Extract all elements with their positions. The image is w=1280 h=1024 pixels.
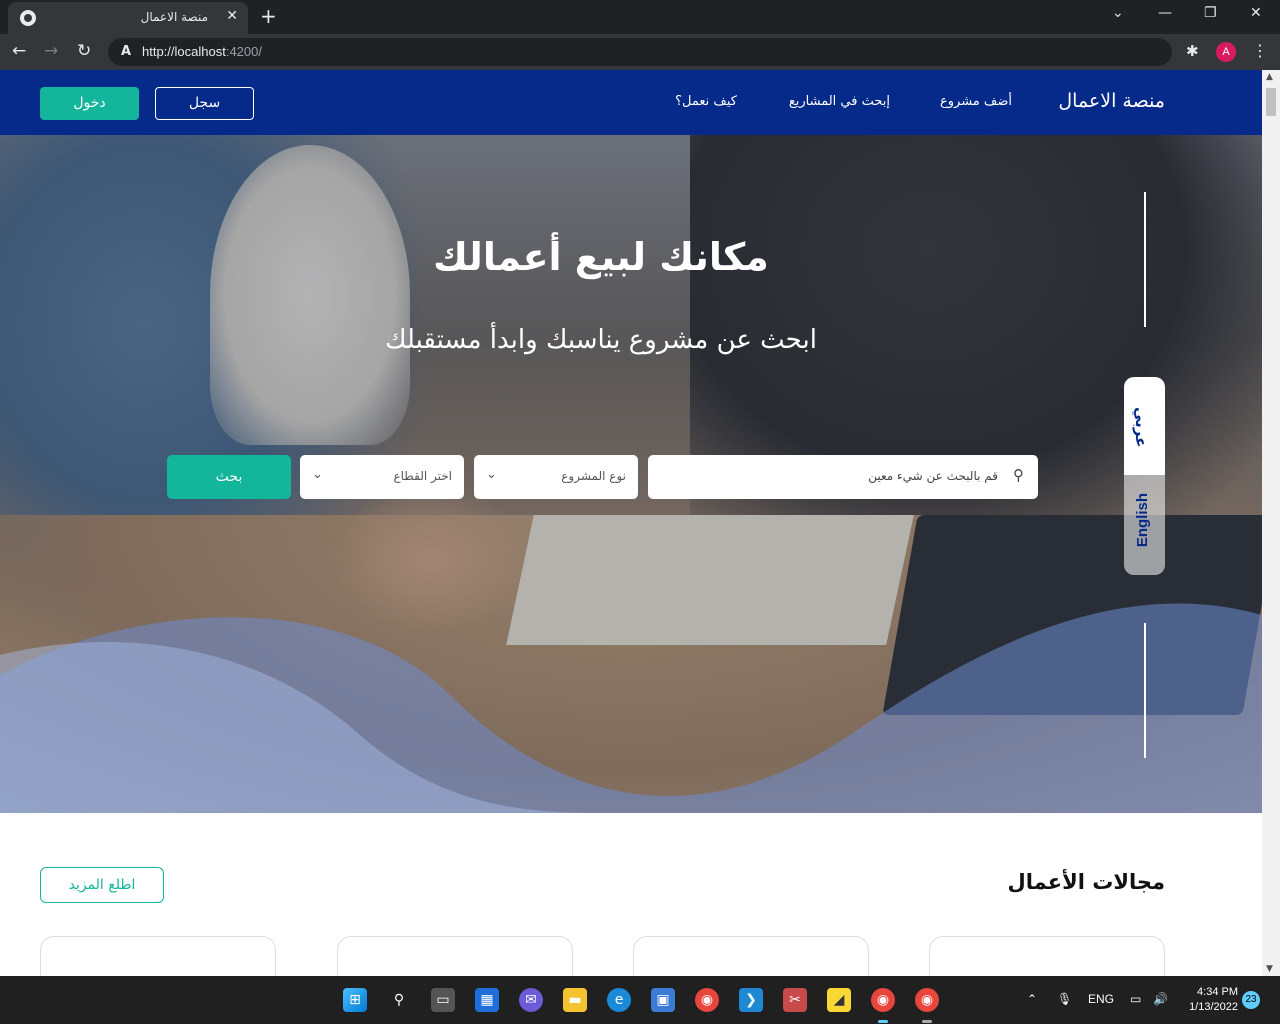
page-scrollbar[interactable]: ▲ ▼ bbox=[1262, 70, 1280, 976]
network-icon[interactable]: ▭ bbox=[1130, 992, 1141, 1006]
chevron-down-icon: ⌄ bbox=[486, 467, 497, 482]
chrome-profile-icon[interactable]: ◉ bbox=[871, 988, 895, 1012]
project-type-select[interactable]: نوع المشروع ⌄ bbox=[474, 455, 638, 499]
section-title: مجالات الأعمال bbox=[1007, 870, 1165, 894]
category-card[interactable] bbox=[929, 936, 1165, 976]
open-app-indicator bbox=[922, 1020, 932, 1023]
start-icon[interactable]: ⊞ bbox=[343, 988, 367, 1012]
language-english-tab[interactable]: English bbox=[1124, 475, 1165, 575]
task-view-icon[interactable]: ▭ bbox=[431, 988, 455, 1012]
language-switcher: عربي English bbox=[1124, 377, 1165, 575]
nav-search-projects[interactable]: إبحث في المشاريع bbox=[789, 94, 890, 109]
browser-toolbar: ← → ↻ A http://localhost:4200/ ✱ A ⋮ bbox=[0, 34, 1280, 70]
hero-subtitle: ابحث عن مشروع يناسبك وابدأ مستقبلك bbox=[385, 325, 817, 355]
store-icon[interactable]: ▣ bbox=[651, 988, 675, 1012]
category-card[interactable] bbox=[337, 936, 573, 976]
tab-title: منصة الاعمال bbox=[140, 10, 208, 24]
extensions-icon[interactable]: ✱ bbox=[1186, 42, 1199, 60]
taskbar-clock[interactable]: 4:34 PM 1/13/2022 bbox=[1182, 985, 1238, 1015]
see-more-button[interactable]: اطلع المزيد bbox=[40, 867, 164, 903]
tray-chevron-icon[interactable]: ⌃ bbox=[1027, 992, 1037, 1006]
browser-tab[interactable]: منصة الاعمال ✕ bbox=[8, 2, 248, 34]
sector-value: اختر القطاع bbox=[393, 469, 452, 483]
notification-badge[interactable]: 23 bbox=[1242, 991, 1260, 1009]
language-arabic-label: عربي bbox=[1132, 407, 1150, 448]
tab-search-icon[interactable]: ⌄ bbox=[1112, 5, 1124, 21]
category-card[interactable] bbox=[40, 936, 276, 976]
scroll-thumb[interactable] bbox=[1266, 88, 1276, 116]
chrome-icon[interactable]: ◉ bbox=[695, 988, 719, 1012]
chrome-profile-icon[interactable]: ◉ bbox=[915, 988, 939, 1012]
windows-taskbar: ⊞ ⚲ ▭ ▦ ✉ ▬ e ▣ ◉ ❯ ✂ ◢ ◉ ◉ ⌃ 🎙 ENG ▭ 🔊 … bbox=[0, 976, 1280, 1024]
tab-close-icon[interactable]: ✕ bbox=[226, 8, 238, 24]
scroll-up-icon[interactable]: ▲ bbox=[1266, 72, 1273, 82]
window-close-icon[interactable]: ✕ bbox=[1250, 5, 1262, 21]
search-icon: ⚲ bbox=[1013, 466, 1024, 484]
language-arabic-tab[interactable]: عربي bbox=[1124, 377, 1165, 475]
nav-how-it-works[interactable]: كيف نعمل؟ bbox=[675, 94, 737, 109]
language-divider-bottom bbox=[1144, 623, 1146, 758]
microphone-icon[interactable]: 🎙 bbox=[1057, 992, 1072, 1006]
hero-title: مكانك لبيع أعمالك bbox=[433, 235, 769, 279]
globe-icon bbox=[20, 10, 36, 26]
angular-icon: A bbox=[120, 44, 132, 59]
sticky-notes-icon[interactable]: ◢ bbox=[827, 988, 851, 1012]
input-language[interactable]: ENG bbox=[1088, 992, 1114, 1006]
volume-icon[interactable]: 🔊 bbox=[1153, 992, 1168, 1006]
search-placeholder: قم بالبحث عن شيء معين bbox=[868, 469, 998, 483]
more-menu-icon[interactable]: ⋮ bbox=[1252, 41, 1268, 60]
new-tab-icon[interactable]: + bbox=[260, 4, 277, 28]
chevron-down-icon: ⌄ bbox=[312, 467, 323, 482]
reload-icon[interactable]: ↻ bbox=[77, 41, 91, 61]
address-bar[interactable]: A http://localhost:4200/ bbox=[108, 38, 1172, 66]
login-button[interactable]: دخول bbox=[40, 87, 139, 120]
back-icon[interactable]: ← bbox=[12, 41, 26, 61]
hero-wave bbox=[0, 603, 1262, 813]
sector-select[interactable]: اختر القطاع ⌄ bbox=[300, 455, 464, 499]
language-divider-top bbox=[1144, 192, 1146, 327]
teams-chat-icon[interactable]: ✉ bbox=[519, 988, 543, 1012]
site-navbar: منصة الاعمال أضف مشروع إبحث في المشاريع … bbox=[0, 70, 1262, 135]
profile-avatar[interactable]: A bbox=[1216, 42, 1236, 62]
hero-section: مكانك لبيع أعمالك ابحث عن مشروع يناسبك و… bbox=[0, 135, 1262, 813]
register-button[interactable]: سجل bbox=[155, 87, 254, 120]
language-english-label: English bbox=[1134, 493, 1151, 548]
url-text: http://localhost:4200/ bbox=[142, 44, 262, 59]
browser-tabbar: منصة الاعمال ✕ + ⌄ — ❐ ✕ bbox=[0, 0, 1280, 34]
file-explorer-icon[interactable]: ▬ bbox=[563, 988, 587, 1012]
vscode-icon[interactable]: ❯ bbox=[739, 988, 763, 1012]
brand-logo[interactable]: منصة الاعمال bbox=[1058, 90, 1165, 112]
minimize-icon[interactable]: — bbox=[1158, 5, 1172, 21]
forward-icon[interactable]: → bbox=[44, 41, 58, 61]
scroll-down-icon[interactable]: ▼ bbox=[1266, 964, 1273, 974]
category-card[interactable] bbox=[633, 936, 869, 976]
restore-icon[interactable]: ❐ bbox=[1204, 5, 1217, 21]
search-input[interactable]: ⚲ قم بالبحث عن شيء معين bbox=[648, 455, 1038, 499]
active-app-indicator bbox=[878, 1020, 888, 1023]
page-viewport: منصة الاعمال أضف مشروع إبحث في المشاريع … bbox=[0, 70, 1280, 976]
search-taskbar-icon[interactable]: ⚲ bbox=[387, 988, 411, 1012]
search-button[interactable]: بحث bbox=[167, 455, 291, 499]
clock-date: 1/13/2022 bbox=[1189, 1001, 1238, 1013]
project-type-value: نوع المشروع bbox=[561, 469, 626, 483]
nav-add-project[interactable]: أضف مشروع bbox=[940, 94, 1012, 109]
widgets-icon[interactable]: ▦ bbox=[475, 988, 499, 1012]
snipping-tool-icon[interactable]: ✂ bbox=[783, 988, 807, 1012]
edge-icon[interactable]: e bbox=[607, 988, 631, 1012]
clock-time: 4:34 PM bbox=[1197, 986, 1238, 998]
